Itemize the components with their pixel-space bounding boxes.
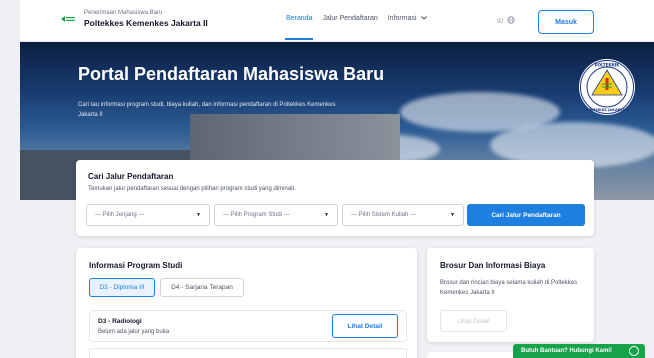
poltekkes-seal-logo: POLTEKNIK KEMENKES JAKARTA II [578, 58, 636, 116]
tab-d4[interactable]: D4 - Sarjana Terapan [160, 278, 244, 297]
main-nav: Beranda Jalur Pendaftaran Informasi [284, 15, 437, 40]
select-placeholder: --- Pilih Sistem Kuliah --- [351, 212, 417, 218]
brand[interactable]: Penerimaan Mahasiswa Baru Poltekkes Keme… [60, 9, 208, 29]
hero-subtitle: Cari tau informasi program studi, biaya … [78, 102, 336, 118]
program-item: D3 - Radiologi Belum ada jalur yang buka… [89, 310, 407, 342]
svg-text:POLTEKNIK: POLTEKNIK [595, 63, 621, 68]
program-status: Belum ada jalur yang buka [98, 329, 170, 335]
brand-subtitle: Penerimaan Mahasiswa Baru [84, 10, 163, 16]
top-navbar: Penerimaan Mahasiswa Baru Poltekkes Keme… [20, 0, 654, 42]
nav-item-informasi[interactable]: Informasi [388, 15, 427, 22]
nav-item-label: Informasi [387, 15, 417, 22]
select-sistem-kuliah[interactable]: --- Pilih Sistem Kuliah --- ▼ [342, 204, 464, 226]
program-detail-button[interactable]: Lihat Detail [332, 314, 398, 338]
select-placeholder: --- Pilih Jenjang --- [95, 212, 145, 218]
brochure-detail-button[interactable]: Lihat Detail [440, 310, 507, 332]
hero-title: Portal Pendaftaran Mahasiswa Baru [78, 64, 385, 84]
program-name: D3 - Radiologi [98, 318, 142, 325]
search-title: Cari Jalur Pendaftaran [88, 172, 174, 181]
brochure-description: Brosur dan rincian biaya selama kuliah d… [440, 280, 578, 296]
nav-item-label: Jalur Pendaftaran [322, 15, 378, 22]
chevron-down-icon [420, 15, 427, 22]
help-label: Butuh Bantuan? Hubungi Kami! [521, 348, 612, 354]
caret-down-icon: ▼ [450, 212, 455, 218]
brochure-title: Brosur Dan Informasi Biaya [440, 261, 546, 270]
search-route-card: Cari Jalur Pendaftaran Temukan jalur pen… [76, 160, 594, 236]
language-switcher[interactable]: ID [497, 16, 515, 26]
nav-item-beranda[interactable]: Beranda [284, 15, 314, 40]
kemenkes-logo-icon [60, 14, 76, 24]
globe-icon [506, 16, 515, 26]
program-item [89, 348, 407, 358]
program-info-title: Informasi Program Studi [89, 261, 183, 270]
brochure-card: Brosur Dan Informasi Biaya Brosur dan ri… [427, 248, 594, 342]
program-info-card: Informasi Program Studi D3 - Diploma III… [76, 248, 417, 358]
select-placeholder: --- Pilih Program Studi --- [223, 212, 290, 218]
nav-item-jalur-pendaftaran[interactable]: Jalur Pendaftaran [322, 15, 377, 22]
search-description: Temukan jalur pendaftaran sesuai dengan … [88, 186, 296, 192]
select-program-studi[interactable]: --- Pilih Program Studi --- ▼ [214, 204, 338, 226]
svg-text:KEMENKES JAKARTA II: KEMENKES JAKARTA II [585, 108, 630, 112]
search-route-button[interactable]: Cari Jalur Pendaftaran [467, 204, 585, 226]
nav-item-label: Beranda [286, 15, 313, 22]
help-contact-button[interactable]: Butuh Bantuan? Hubungi Kami! [513, 344, 645, 358]
login-button[interactable]: Masuk [538, 10, 594, 34]
tab-d3[interactable]: D3 - Diploma III [89, 278, 155, 297]
language-label: ID [497, 17, 504, 25]
select-jenjang[interactable]: --- Pilih Jenjang --- ▼ [86, 204, 210, 226]
brand-name: Poltekkes Kemenkes Jakarta II [84, 18, 208, 28]
caret-down-icon: ▼ [196, 212, 201, 218]
whatsapp-icon [629, 346, 639, 356]
caret-down-icon: ▼ [324, 212, 329, 218]
